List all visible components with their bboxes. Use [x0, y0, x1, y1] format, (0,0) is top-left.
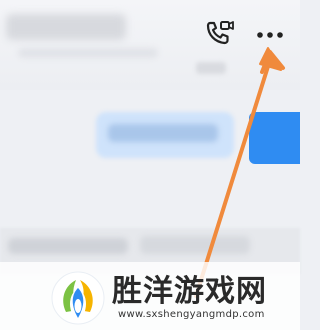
contact-status-blurred: [18, 48, 158, 58]
header-label-blurred: [196, 62, 226, 74]
contact-name-blurred: [6, 14, 126, 40]
more-options-icon: [257, 32, 283, 38]
received-message-text-blurred-2: [140, 236, 250, 254]
received-message-text-blurred: [8, 238, 128, 254]
chat-screen: 胜洋游戏网 www.sxshengyangmdp.com: [0, 0, 300, 330]
site-logo: [51, 271, 105, 325]
video-call-icon: [206, 21, 234, 45]
more-options-button[interactable]: [250, 22, 290, 48]
watermark-title: 胜洋游戏网: [112, 274, 267, 309]
watermark-url: www.sxshengyangmdp.com: [118, 309, 265, 320]
chat-header: [0, 0, 300, 90]
own-avatar: [249, 112, 300, 164]
video-call-button[interactable]: [196, 14, 240, 54]
sent-message-text-blurred: [108, 124, 218, 142]
